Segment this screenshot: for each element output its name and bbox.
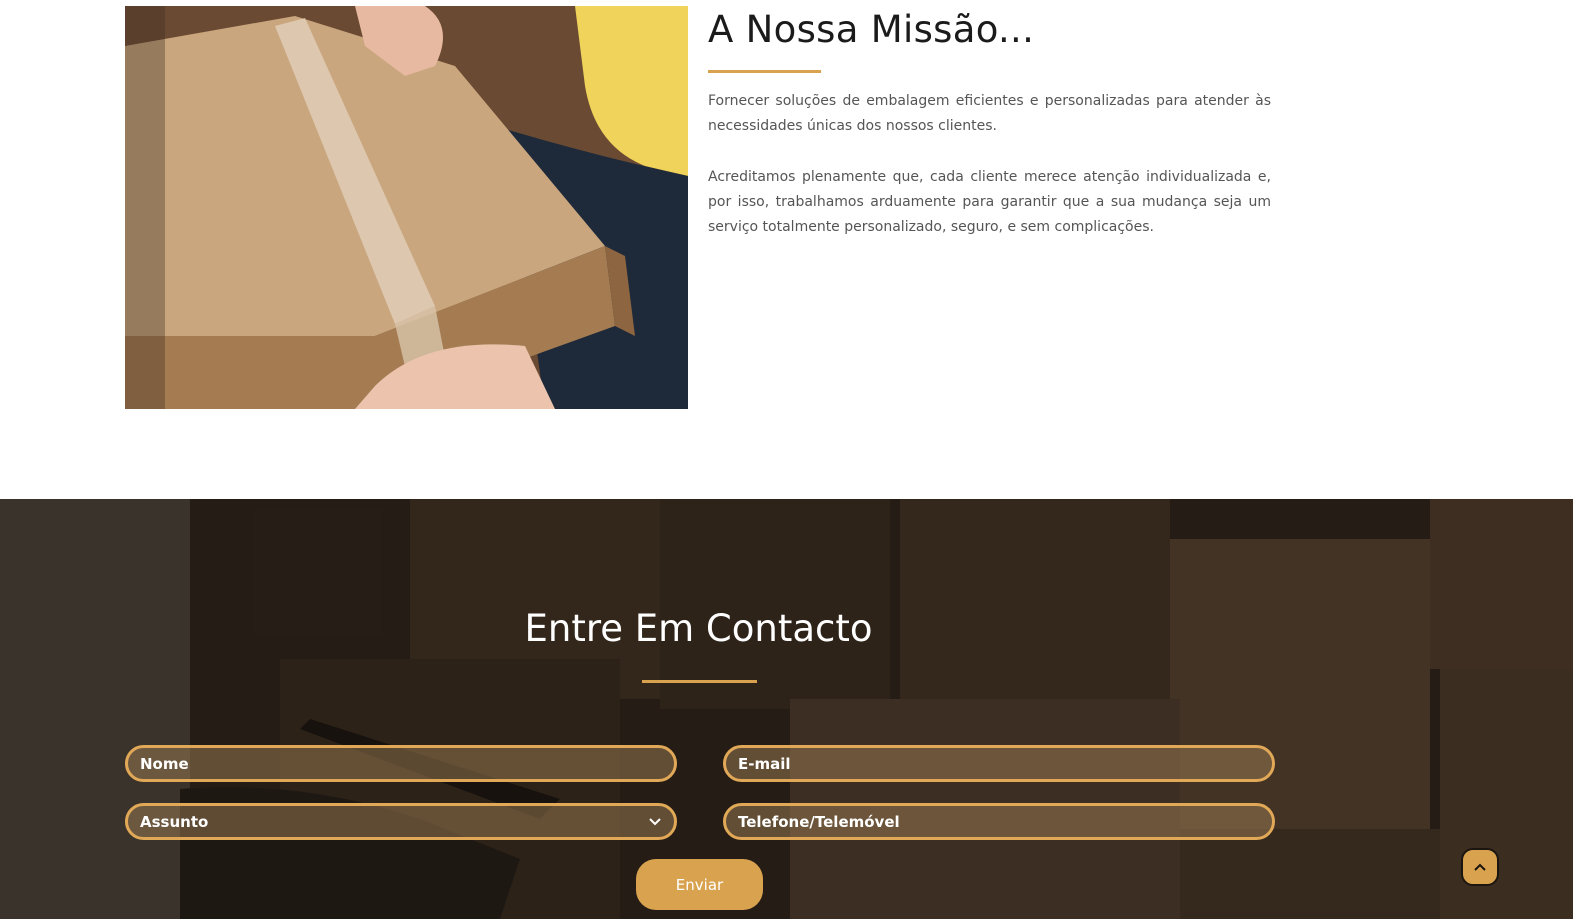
mission-paragraph-1: Fornecer soluções de embalagem eficiente… bbox=[708, 93, 1271, 134]
scroll-to-top-button[interactable] bbox=[1461, 848, 1499, 886]
mission-title-underline bbox=[708, 70, 821, 73]
cardboard-box-photo bbox=[125, 6, 688, 409]
contact-title: Entre Em Contacto bbox=[524, 607, 873, 650]
phone-input[interactable] bbox=[738, 812, 1260, 831]
contact-section: Entre Em Contacto Assunto Enviar bbox=[0, 499, 1573, 919]
mission-section: A Nossa Missão... Fornecer soluções de e… bbox=[0, 0, 1573, 499]
mission-title: A Nossa Missão... bbox=[708, 8, 1035, 51]
subject-select-value: Assunto bbox=[140, 812, 209, 831]
name-input[interactable] bbox=[140, 754, 662, 773]
contact-title-underline bbox=[642, 680, 757, 683]
mission-paragraph-2: Acreditamos plenamente que, cada cliente… bbox=[708, 169, 1271, 235]
phone-field[interactable] bbox=[723, 803, 1275, 840]
email-input[interactable] bbox=[738, 754, 1260, 773]
email-field[interactable] bbox=[723, 745, 1275, 782]
chevron-down-icon bbox=[648, 815, 662, 829]
send-button[interactable]: Enviar bbox=[636, 859, 763, 910]
name-field[interactable] bbox=[125, 745, 677, 782]
mission-image bbox=[125, 6, 688, 409]
subject-select[interactable]: Assunto bbox=[125, 803, 677, 840]
contact-overlay bbox=[0, 499, 1573, 919]
chevron-up-icon bbox=[1474, 863, 1486, 871]
